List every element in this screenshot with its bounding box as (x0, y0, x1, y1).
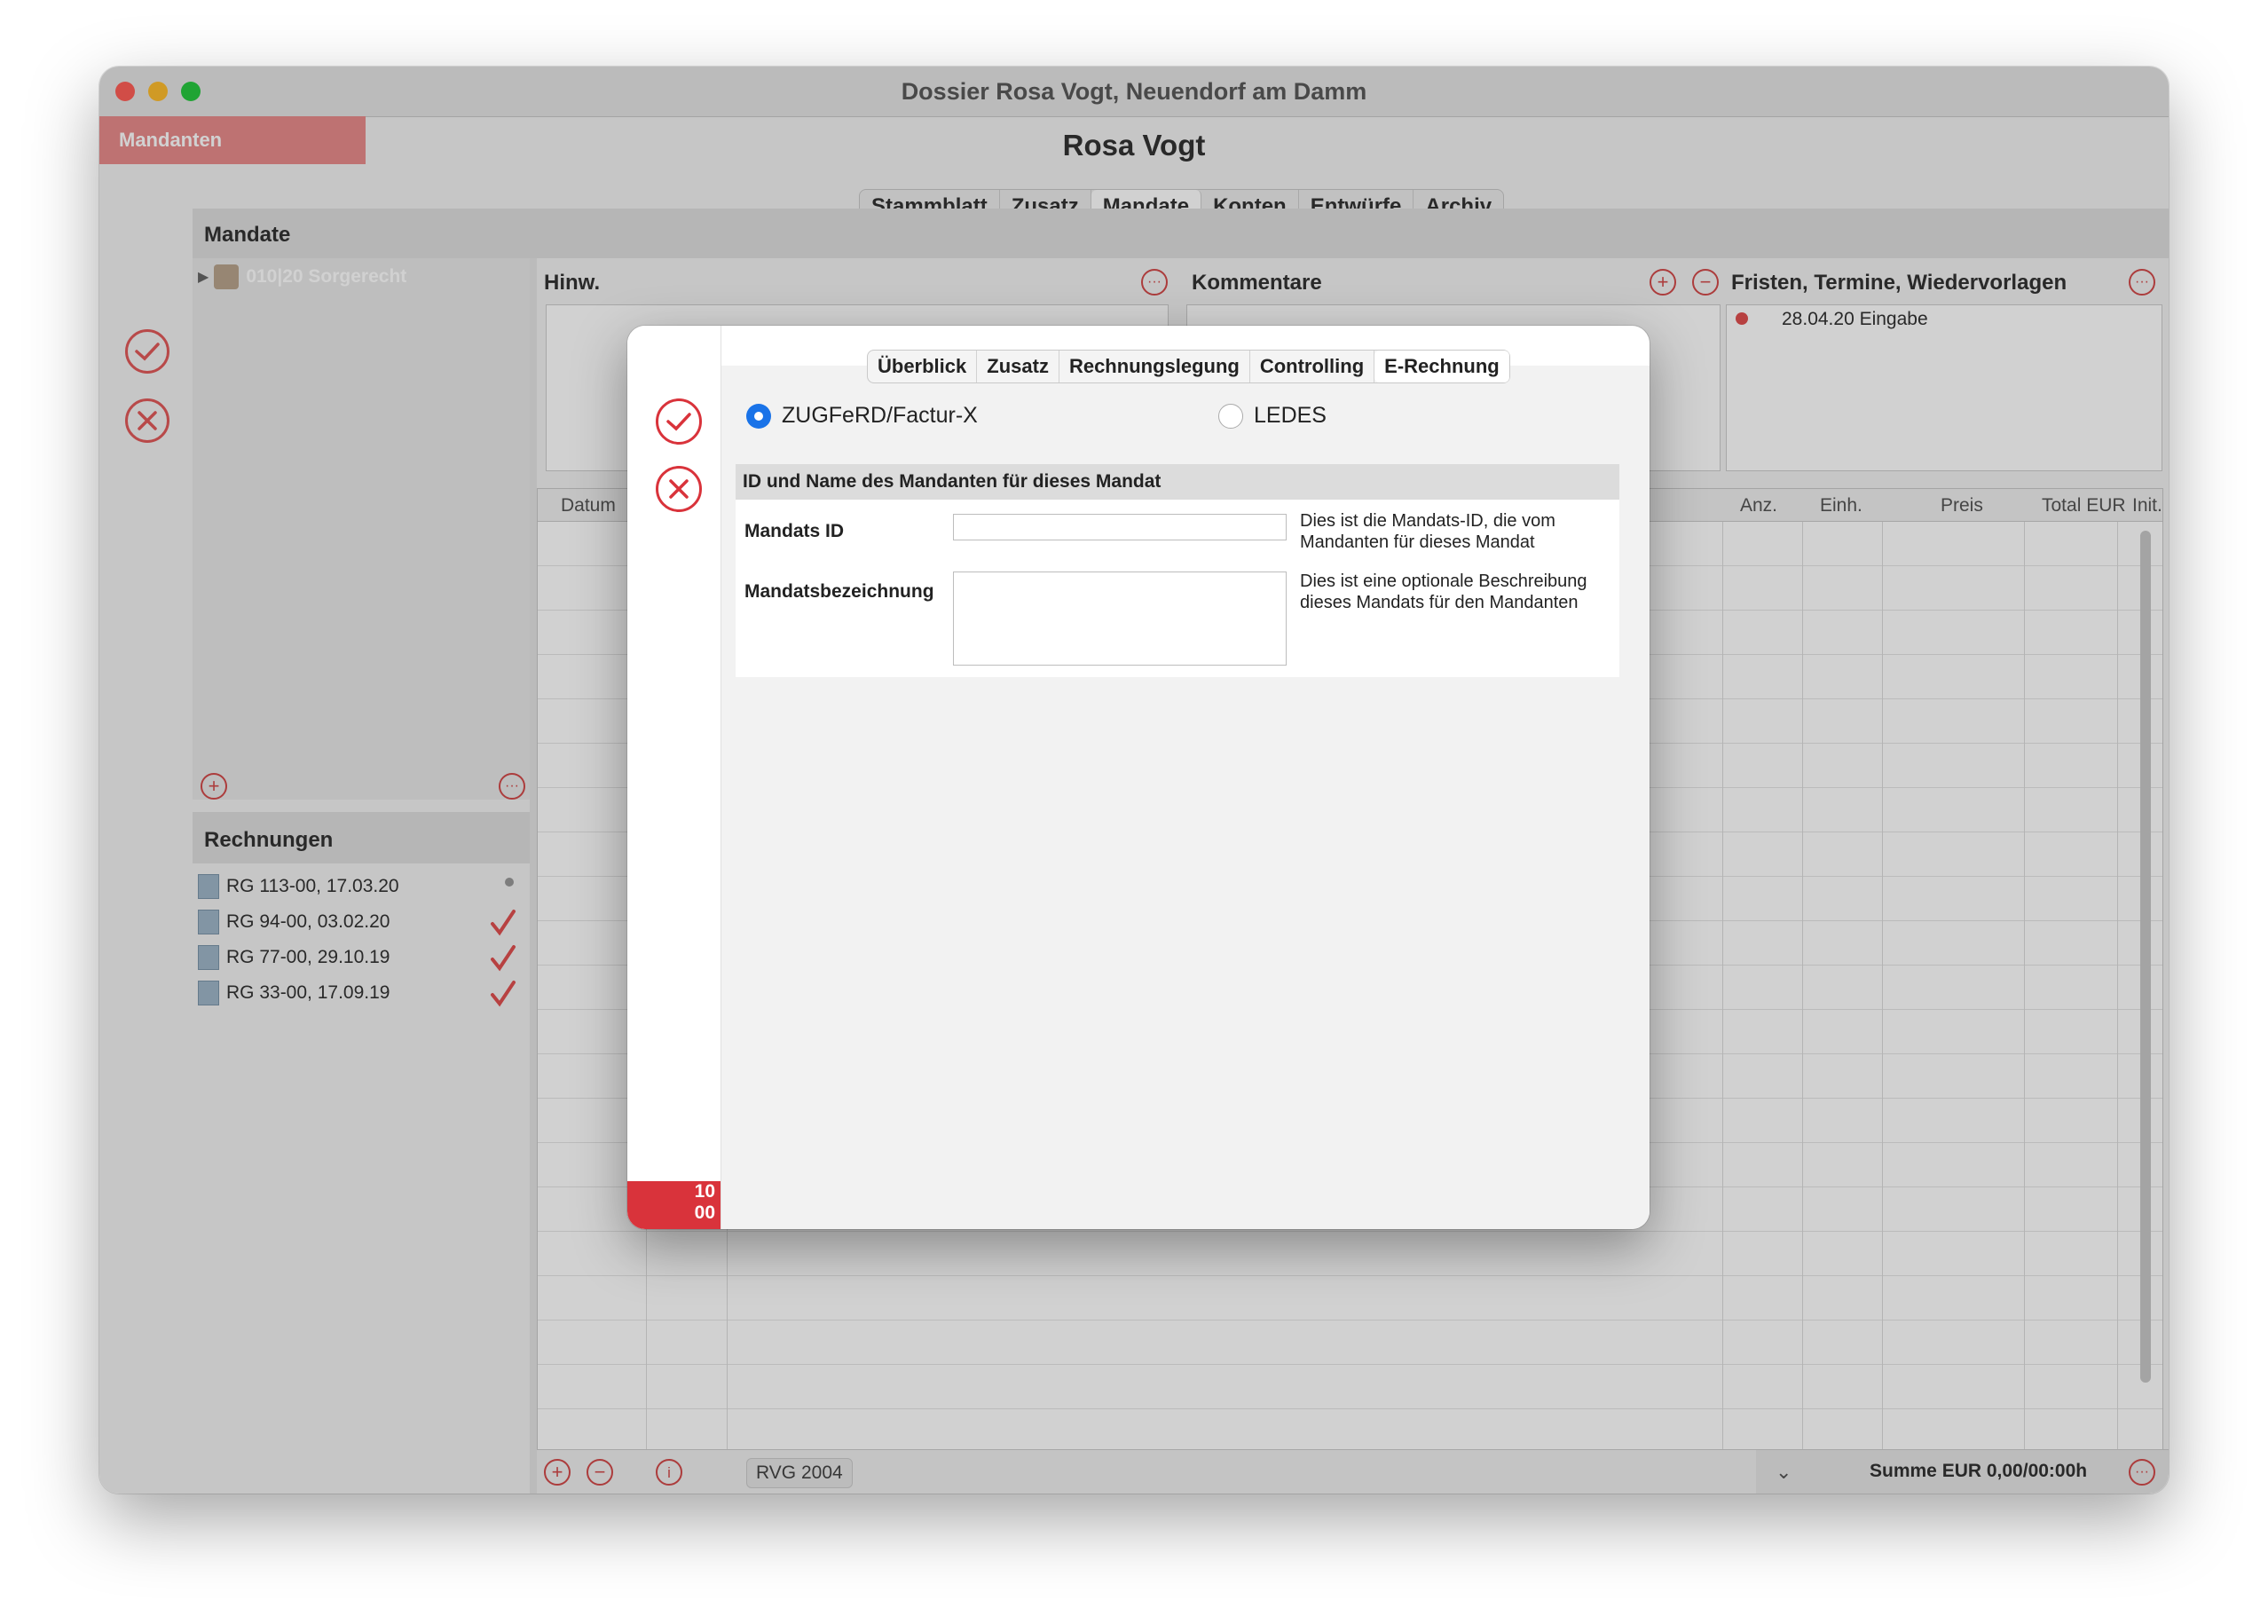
mandats-id-input[interactable] (953, 514, 1287, 540)
dialog-sidebar: 10 00 (627, 326, 721, 1229)
radio-ledes-label: LEDES (1254, 403, 1327, 428)
checkmark-icon (666, 413, 691, 431)
tab-ueberblick[interactable]: Überblick (868, 351, 978, 382)
dialog-record-counter: 10 00 (627, 1181, 721, 1229)
mandatsbezeichnung-input[interactable] (953, 572, 1287, 666)
radio-selected-icon[interactable] (746, 403, 771, 429)
counter-bottom: 00 (694, 1202, 715, 1223)
radio-ledes[interactable]: LEDES (1218, 403, 1327, 429)
dialog-cancel-button[interactable] (656, 466, 702, 512)
dialog-confirm-button[interactable] (656, 398, 702, 445)
dialog-content: ZUGFeRD/Factur-X LEDES ID und Name des M… (721, 366, 1650, 1229)
mandat-form: Mandats ID Dies ist die Mandats-ID, die … (736, 500, 1619, 677)
close-icon (669, 479, 689, 499)
e-rechnung-dialog: 10 00 ZUGFeRD/Factur-X LEDES ID und Name… (627, 326, 1650, 1229)
section-title: ID und Name des Mandanten für dieses Man… (736, 464, 1619, 500)
mandats-id-help: Dies ist die Mandats-ID, die vom Mandant… (1300, 511, 1555, 552)
tab-e-rechnung[interactable]: E-Rechnung (1374, 351, 1509, 382)
tab-zusatz[interactable]: Zusatz (977, 351, 1059, 382)
dialog-tab-bar: Überblick Zusatz Rechnungslegung Control… (867, 350, 1510, 383)
radio-unselected-icon[interactable] (1218, 403, 1243, 429)
radio-zugferd[interactable]: ZUGFeRD/Factur-X (746, 403, 978, 429)
tab-controlling[interactable]: Controlling (1250, 351, 1375, 382)
mandats-id-label: Mandats ID (744, 521, 845, 541)
mandatsbezeichnung-label: Mandatsbezeichnung (744, 581, 934, 602)
tab-rechnungslegung[interactable]: Rechnungslegung (1059, 351, 1250, 382)
mandatsbezeichnung-help: Dies ist eine optionale Beschreibung die… (1300, 572, 1587, 612)
main-window: Dossier Rosa Vogt, Neuendorf am Damm Man… (99, 67, 2169, 1494)
radio-zugferd-label: ZUGFeRD/Factur-X (782, 403, 978, 428)
counter-top: 10 (694, 1181, 715, 1202)
